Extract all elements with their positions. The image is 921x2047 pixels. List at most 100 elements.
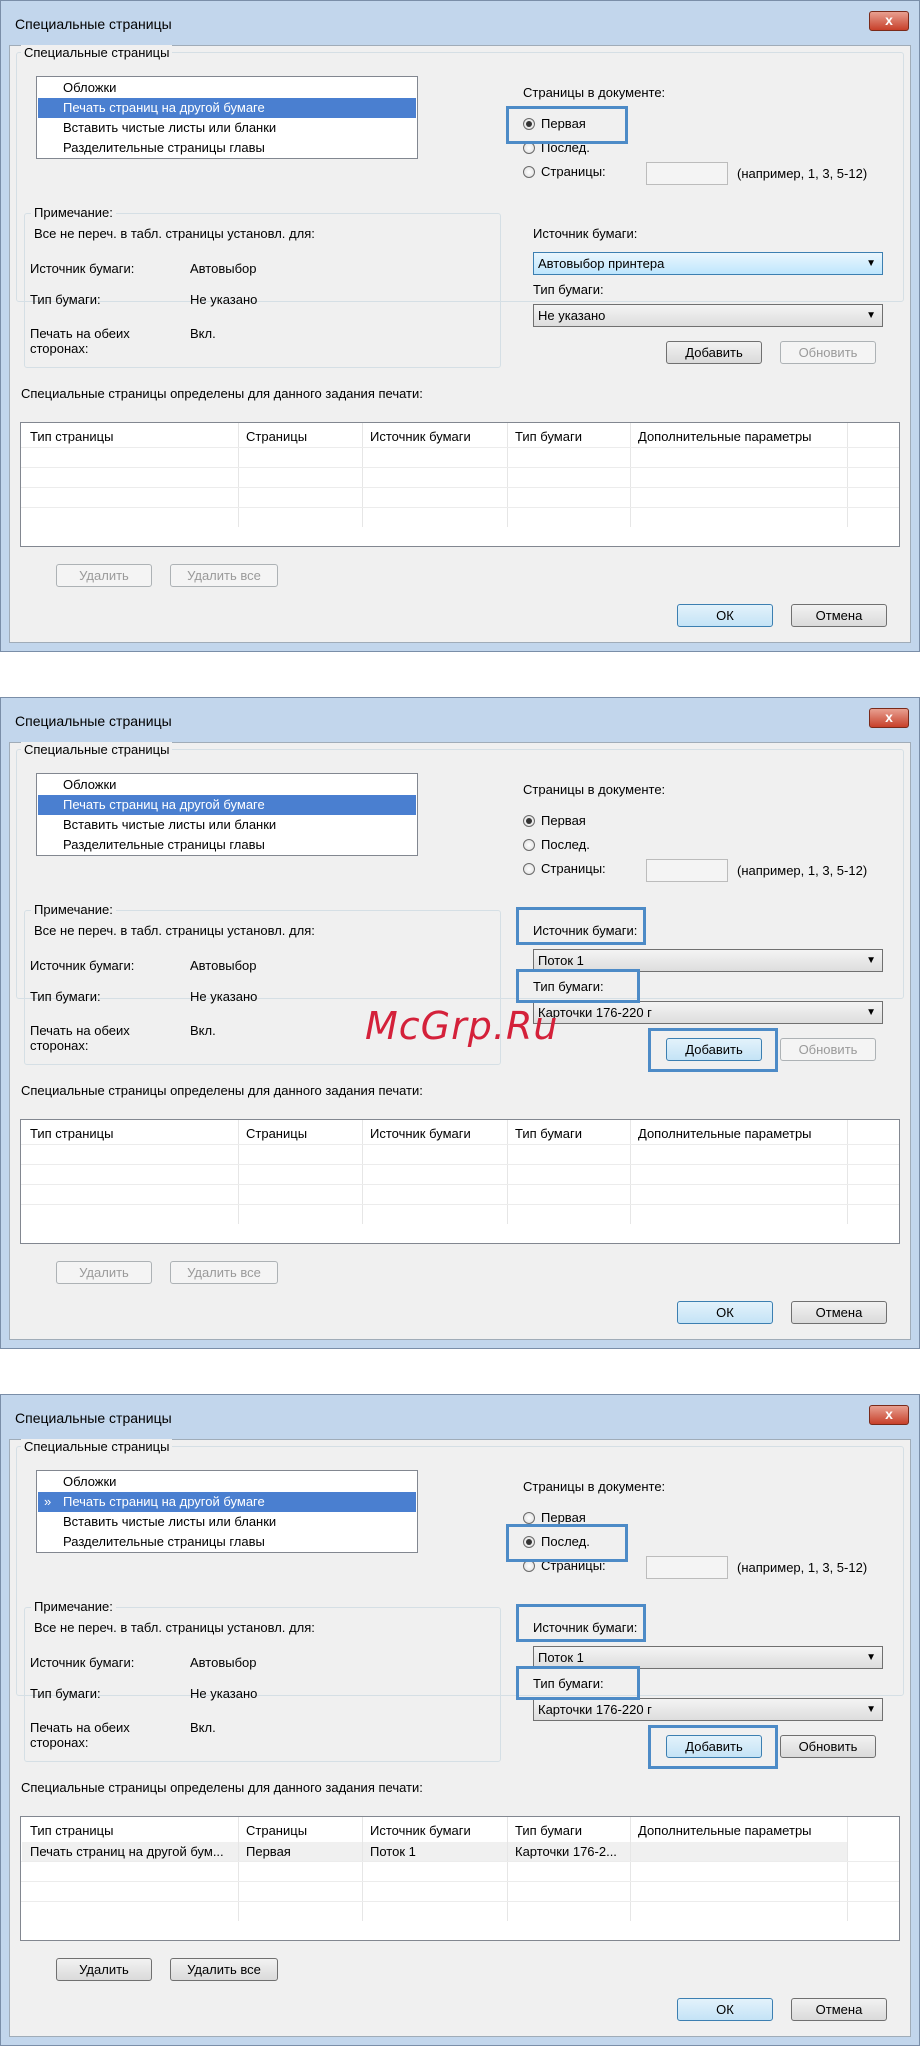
table-caption: Специальные страницы определены для данн… [21,1780,423,1795]
special-pages-table[interactable]: Тип страницы Страницы Источник бумаги Ти… [20,1119,900,1244]
highlight-source-label [516,1604,646,1642]
list-item-covers[interactable]: Обложки [38,1472,416,1492]
list-item-covers[interactable]: Обложки [38,775,416,795]
close-icon[interactable]: x [885,12,893,28]
ok-button[interactable]: ОК [677,1301,773,1324]
column-divider [507,423,508,527]
chevron-down-icon[interactable]: ▼ [866,1002,876,1023]
add-button[interactable]: Добавить [666,341,762,364]
note-source-label: Источник бумаги: [30,1655,135,1670]
list-item-blank-sheets[interactable]: Вставить чистые листы или бланки [38,1512,416,1532]
pages-input[interactable] [646,859,728,882]
column-header-extra[interactable]: Дополнительные параметры [638,1126,812,1141]
column-header-paper[interactable]: Тип бумаги [515,1126,582,1141]
column-header-pages[interactable]: Страницы [246,429,307,444]
close-icon[interactable]: x [885,709,893,725]
column-header-pages[interactable]: Страницы [246,1126,307,1141]
radio-dot[interactable] [523,839,535,851]
column-header-paper[interactable]: Тип бумаги [515,1823,582,1838]
column-divider [362,423,363,527]
column-header-type[interactable]: Тип страницы [30,1126,113,1141]
page-type-list[interactable]: Обложки Печать страниц на другой бумаге … [36,76,418,159]
row-divider [21,1881,899,1882]
list-item-chapter-separators[interactable]: Разделительные страницы главы [38,835,416,855]
paper-source-select[interactable]: Автовыбор принтера ▼ [533,252,883,275]
list-item-chapter-separators[interactable]: Разделительные страницы главы [38,138,416,158]
note-source-label: Источник бумаги: [30,261,135,276]
list-item-blank-sheets[interactable]: Вставить чистые листы или бланки [38,815,416,835]
list-item-covers[interactable]: Обложки [38,78,416,98]
dialog-client: Специальные страницы Обложки Печать стра… [9,45,911,643]
radio-dot[interactable] [523,166,535,178]
close-button[interactable]: x [869,1405,909,1425]
column-divider [362,1120,363,1224]
column-header-paper[interactable]: Тип бумаги [515,429,582,444]
list-item-label: Разделительные страницы главы [63,837,265,852]
ok-button[interactable]: ОК [677,604,773,627]
paper-type-select[interactable]: Карточки 176-220 г ▼ [533,1001,883,1024]
close-button[interactable]: x [869,11,909,31]
cancel-button[interactable]: Отмена [791,1998,887,2021]
column-header-source[interactable]: Источник бумаги [370,1126,471,1141]
special-pages-table[interactable]: Тип страницы Страницы Источник бумаги Ти… [20,1816,900,1941]
pages-input[interactable] [646,1556,728,1579]
list-item-chapter-separators[interactable]: Разделительные страницы главы [38,1532,416,1552]
update-button[interactable]: Обновить [780,1038,876,1061]
page-type-list[interactable]: Обложки Печать страниц на другой бумаге … [36,773,418,856]
paper-type-select[interactable]: Не указано ▼ [533,304,883,327]
radio-label: Первая [541,813,586,828]
update-button[interactable]: Обновить [780,341,876,364]
list-item-blank-sheets[interactable]: Вставить чистые листы или бланки [38,118,416,138]
paper-type-select[interactable]: Карточки 176-220 г ▼ [533,1698,883,1721]
chevron-down-icon[interactable]: ▼ [866,950,876,971]
row-divider [21,487,899,488]
column-header-extra[interactable]: Дополнительные параметры [638,1823,812,1838]
delete-button[interactable]: Удалить [56,1958,152,1981]
update-button[interactable]: Обновить [780,1735,876,1758]
column-divider [507,1120,508,1224]
pages-hint: (например, 1, 3, 5-12) [737,863,868,878]
note-source-value: Автовыбор [190,261,257,276]
cancel-button[interactable]: Отмена [791,604,887,627]
row-divider [21,1144,899,1145]
delete-all-button[interactable]: Удалить все [170,1261,278,1284]
column-header-source[interactable]: Источник бумаги [370,429,471,444]
ok-button[interactable]: ОК [677,1998,773,2021]
pages-input[interactable] [646,162,728,185]
note-title: Примечание: [31,1599,116,1614]
close-icon[interactable]: x [885,1406,893,1422]
list-item-other-paper[interactable]: Печать страниц на другой бумаге [38,795,416,815]
row-divider [21,1901,899,1902]
delete-all-button[interactable]: Удалить все [170,1958,278,1981]
column-header-type[interactable]: Тип страницы [30,1823,113,1838]
list-item-label: Вставить чистые листы или бланки [63,1514,277,1529]
column-header-type[interactable]: Тип страницы [30,429,113,444]
column-divider [847,1817,848,1921]
column-divider [630,1817,631,1921]
list-item-other-paper[interactable]: Печать страниц на другой бумаге [38,98,416,118]
chevron-down-icon[interactable]: ▼ [866,1699,876,1720]
radio-dot[interactable] [523,863,535,875]
row-marker: » [44,1494,52,1509]
list-item-other-paper[interactable]: » Печать страниц на другой бумаге [38,1492,416,1512]
chevron-down-icon[interactable]: ▼ [866,253,876,274]
special-pages-table[interactable]: Тип страницы Страницы Источник бумаги Ти… [20,422,900,547]
delete-button[interactable]: Удалить [56,1261,152,1284]
list-item-label: Обложки [63,1474,117,1489]
chevron-down-icon[interactable]: ▼ [866,305,876,326]
group-title: Специальные страницы [21,45,173,60]
column-header-source[interactable]: Источник бумаги [370,1823,471,1838]
list-item-label: Вставить чистые листы или бланки [63,817,277,832]
radio-dot[interactable] [523,1512,535,1524]
radio-dot[interactable] [523,815,535,827]
page-type-list[interactable]: Обложки » Печать страниц на другой бумаге… [36,1470,418,1553]
column-divider [507,1817,508,1921]
chevron-down-icon[interactable]: ▼ [866,1647,876,1668]
column-header-extra[interactable]: Дополнительные параметры [638,429,812,444]
note-source-value: Автовыбор [190,1655,257,1670]
delete-button[interactable]: Удалить [56,564,152,587]
close-button[interactable]: x [869,708,909,728]
delete-all-button[interactable]: Удалить все [170,564,278,587]
cancel-button[interactable]: Отмена [791,1301,887,1324]
column-header-pages[interactable]: Страницы [246,1823,307,1838]
